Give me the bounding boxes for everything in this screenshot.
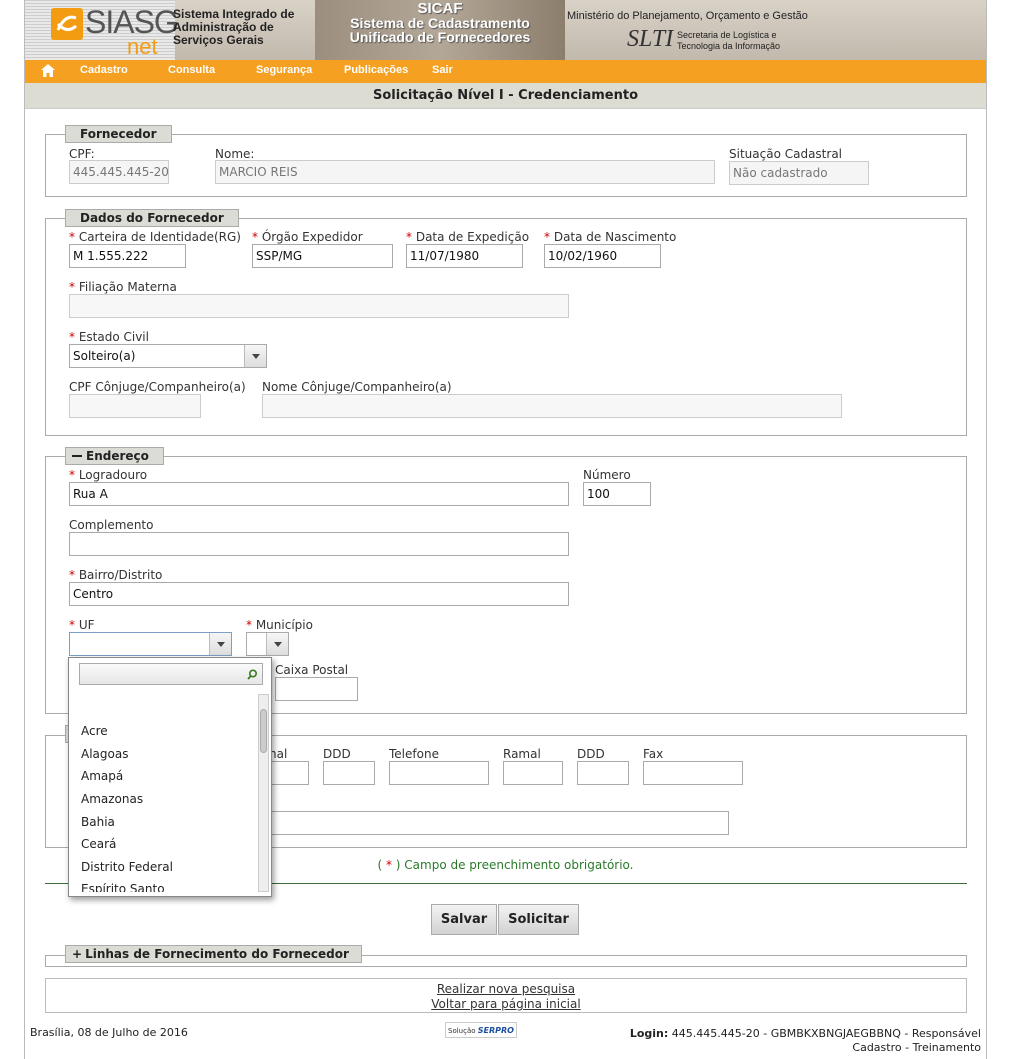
uf-option[interactable]: Espírito Santo [81, 882, 165, 892]
telefone-field[interactable] [389, 761, 489, 785]
fornecedor-legend: Fornecedor [65, 125, 172, 143]
ramal2-label: Ramal [503, 747, 541, 761]
logradouro-field[interactable]: Rua A [69, 482, 569, 506]
footer-date: Brasília, 08 de Julho de 2016 [30, 1026, 188, 1039]
uf-option[interactable]: Alagoas [81, 747, 128, 761]
estado-civil-value: Solteiro(a) [73, 349, 136, 363]
ddd2-label: DDD [577, 747, 605, 761]
estado-civil-label: * Estado Civil [69, 330, 149, 344]
uf-label: * UF [69, 618, 95, 632]
cpf-field[interactable]: 445.445.445-20 [69, 160, 169, 184]
bairro-field[interactable]: Centro [69, 582, 569, 606]
nome-conjuge-label: Nome Cônjuge/Companheiro(a) [262, 380, 452, 394]
data-expedicao-label: * Data de Expedição [406, 230, 530, 244]
uf-option[interactable]: Distrito Federal [81, 860, 173, 874]
search-icon [247, 669, 258, 680]
serpro-logo: Solução SERPRO [445, 1022, 517, 1038]
nome-label: Nome: [215, 147, 255, 161]
telefone-label: Telefone [389, 747, 439, 761]
nova-pesquisa-link[interactable]: Realizar nova pesquisa [46, 982, 966, 997]
nav-cadastro[interactable]: Cadastro [80, 64, 128, 76]
situacao-label: Situação Cadastral [729, 147, 843, 161]
data-expedicao-field[interactable]: 11/07/1980 [406, 244, 523, 268]
ddd-label: DDD [323, 747, 351, 761]
uf-scrollbar[interactable] [258, 694, 269, 892]
ramal-field[interactable] [269, 761, 309, 785]
nav-sair[interactable]: Sair [432, 64, 453, 76]
linhas-legend[interactable]: + Linhas de Fornecimento do Fornecedor [65, 945, 362, 963]
nome-field[interactable]: MARCIO REIS [215, 160, 715, 184]
data-nascimento-label: * Data de Nascimento [544, 230, 677, 244]
chevron-down-icon[interactable] [266, 633, 288, 655]
uf-select[interactable] [69, 632, 232, 656]
rg-field[interactable]: M 1.555.222 [69, 244, 186, 268]
uf-search-input[interactable] [79, 663, 263, 685]
page-title: Solicitação Nível I - Credenciamento [372, 88, 639, 103]
situacao-field[interactable]: Não cadastrado [729, 161, 869, 185]
caixa-postal-label: Caixa Postal [275, 663, 349, 677]
orgao-label: * Órgão Expedidor [252, 230, 363, 244]
uf-option[interactable]: Bahia [81, 815, 115, 829]
ddd-field[interactable] [323, 761, 375, 785]
estado-civil-select[interactable]: Solteiro(a) [69, 344, 267, 368]
cpf-conjuge-label: CPF Cônjuge/Companheiro(a) [69, 380, 246, 394]
page: SIASG net Sistema Integrado de Administr… [24, 0, 987, 1059]
uf-option[interactable]: Ceará [81, 837, 116, 851]
rg-label: * Carteira de Identidade(RG) [69, 230, 241, 244]
orgao-field[interactable]: SSP/MG [252, 244, 393, 268]
footer-login: Login: 445.445.445-20 - GBMBKXBNGJAEGBBN… [629, 1027, 981, 1054]
salvar-button[interactable]: Salvar [431, 904, 497, 935]
scrollbar-thumb[interactable] [260, 709, 267, 753]
ramal2-field[interactable] [503, 761, 563, 785]
municipio-select[interactable] [246, 632, 289, 656]
main-nav: Cadastro Consulta Segurança Publicações … [25, 60, 986, 83]
data-nascimento-field[interactable]: 10/02/1960 [544, 244, 661, 268]
voltar-link[interactable]: Voltar para página inicial [46, 997, 966, 1012]
expand-plus-icon[interactable]: + [72, 947, 82, 961]
municipio-label: * Município [246, 618, 313, 632]
fax-label: Fax [643, 747, 664, 761]
ministerio-name: Ministério do Planejamento, Orçamento e … [567, 10, 808, 22]
header-banner: SIASG net Sistema Integrado de Administr… [25, 0, 986, 60]
email-field[interactable] [269, 811, 729, 835]
sicaf-title: SICAF Sistema de Cadastramento Unificado… [349, 0, 531, 45]
uf-option[interactable]: Amapá [81, 769, 123, 783]
uf-options-list: Acre Alagoas Amapá Amazonas Bahia Ceará … [69, 694, 257, 892]
cpf-label: CPF: [69, 147, 95, 161]
uf-option[interactable]: Acre [81, 724, 108, 738]
nome-conjuge-field[interactable] [262, 394, 842, 418]
title-bar: Solicitação Nível I - Credenciamento [25, 83, 986, 109]
home-icon[interactable] [41, 64, 57, 78]
fax-field[interactable] [643, 761, 743, 785]
nav-consulta[interactable]: Consulta [168, 64, 215, 76]
filiacao-label: * Filiação Materna [69, 280, 177, 294]
dados-legend: Dados do Fornecedor [65, 209, 239, 227]
complemento-field[interactable] [69, 532, 569, 556]
chevron-down-icon[interactable] [244, 345, 266, 367]
solicitar-button[interactable]: Solicitar [498, 904, 579, 935]
slti-logo: SLTI [627, 26, 674, 52]
ddd2-field[interactable] [577, 761, 629, 785]
nav-publicacoes[interactable]: Publicações [344, 64, 408, 76]
system-name: Sistema Integrado de Administração de Se… [173, 7, 295, 47]
cpf-conjuge-field[interactable] [69, 394, 201, 418]
uf-option[interactable]: Amazonas [81, 792, 143, 806]
caixa-postal-field[interactable] [275, 677, 358, 701]
nav-seguranca[interactable]: Segurança [256, 64, 312, 76]
endereco-legend[interactable]: Endereço [65, 447, 164, 465]
numero-field[interactable]: 100 [583, 482, 651, 506]
complemento-label: Complemento [69, 518, 154, 532]
slti-subtitle: Secretaria de Logística e Tecnologia da … [677, 30, 781, 51]
numero-label: Número [583, 468, 631, 482]
links-box: Realizar nova pesquisa Voltar para págin… [45, 978, 967, 1013]
uf-dropdown: Acre Alagoas Amapá Amazonas Bahia Ceará … [68, 657, 272, 897]
collapse-minus-icon[interactable] [72, 454, 82, 457]
siasg-logo-icon [51, 8, 83, 40]
bairro-label: * Bairro/Distrito [69, 568, 163, 582]
filiacao-field[interactable] [69, 294, 569, 318]
chevron-down-icon[interactable] [209, 633, 231, 655]
siasg-logo-sub: net [127, 34, 158, 59]
logradouro-label: * Logradouro [69, 468, 148, 482]
